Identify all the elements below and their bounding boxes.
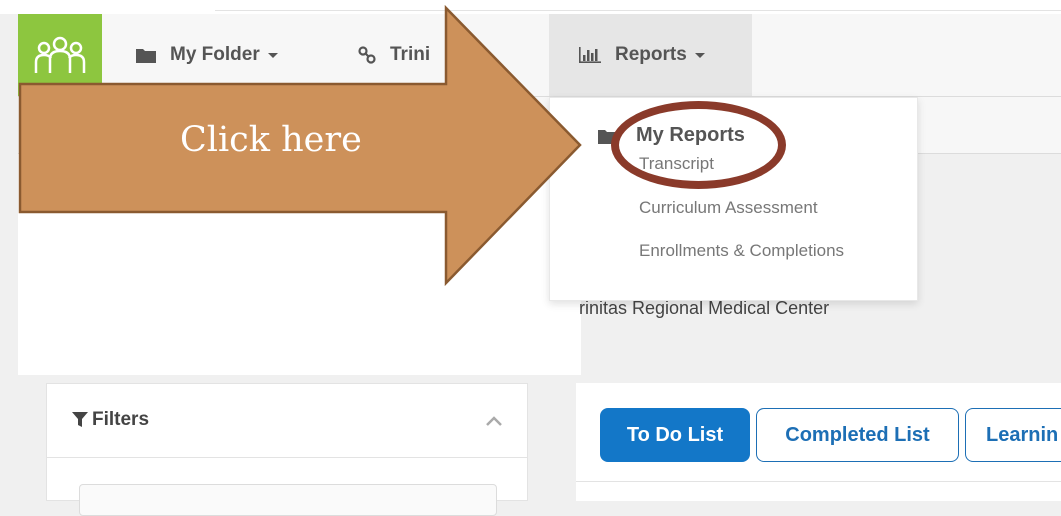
learning-lists-panel: To Do List Completed List Learnin (576, 383, 1061, 501)
nav-my-folder[interactable]: My Folder (136, 14, 278, 96)
folder-icon (136, 47, 156, 63)
menu-item-enrollments-completions[interactable]: Enrollments & Completions (639, 241, 844, 261)
chevron-up-icon[interactable] (485, 414, 503, 432)
bar-chart-icon (579, 47, 601, 63)
nav-reports-label: Reports (615, 44, 687, 65)
filters-title: Filters (72, 409, 149, 431)
organization-name: rinitas Regional Medical Center (579, 298, 830, 318)
people-icon (34, 36, 86, 73)
filter-input[interactable] (79, 484, 497, 516)
nav-reports[interactable]: Reports (549, 14, 752, 96)
menu-item-curriculum-assessment[interactable]: Curriculum Assessment (639, 198, 818, 218)
chevron-down-icon (694, 52, 705, 58)
nav-my-folder-label: My Folder (170, 44, 260, 65)
top-strip (0, 0, 1061, 14)
filters-title-label: Filters (92, 409, 150, 430)
chevron-down-icon (267, 52, 278, 58)
top-strip-line (215, 0, 1061, 11)
tab-learning[interactable]: Learnin (965, 408, 1061, 462)
tab-to-do-list[interactable]: To Do List (600, 408, 750, 462)
link-icon (358, 46, 376, 64)
divider (576, 481, 1061, 482)
nav-trinitas-label: Trini (390, 44, 431, 65)
filters-header[interactable]: Filters (47, 384, 527, 458)
main-navbar: My Folder Trini Reports (18, 14, 1061, 97)
filters-panel: Filters (46, 383, 528, 516)
filter-icon (72, 412, 88, 427)
app-logo[interactable] (18, 14, 102, 96)
highlight-circle (611, 101, 786, 189)
tab-completed-list[interactable]: Completed List (756, 408, 959, 462)
content-panel (18, 154, 581, 375)
nav-trinitas[interactable]: Trini (358, 14, 430, 96)
annotation-label: Click here (180, 120, 362, 160)
